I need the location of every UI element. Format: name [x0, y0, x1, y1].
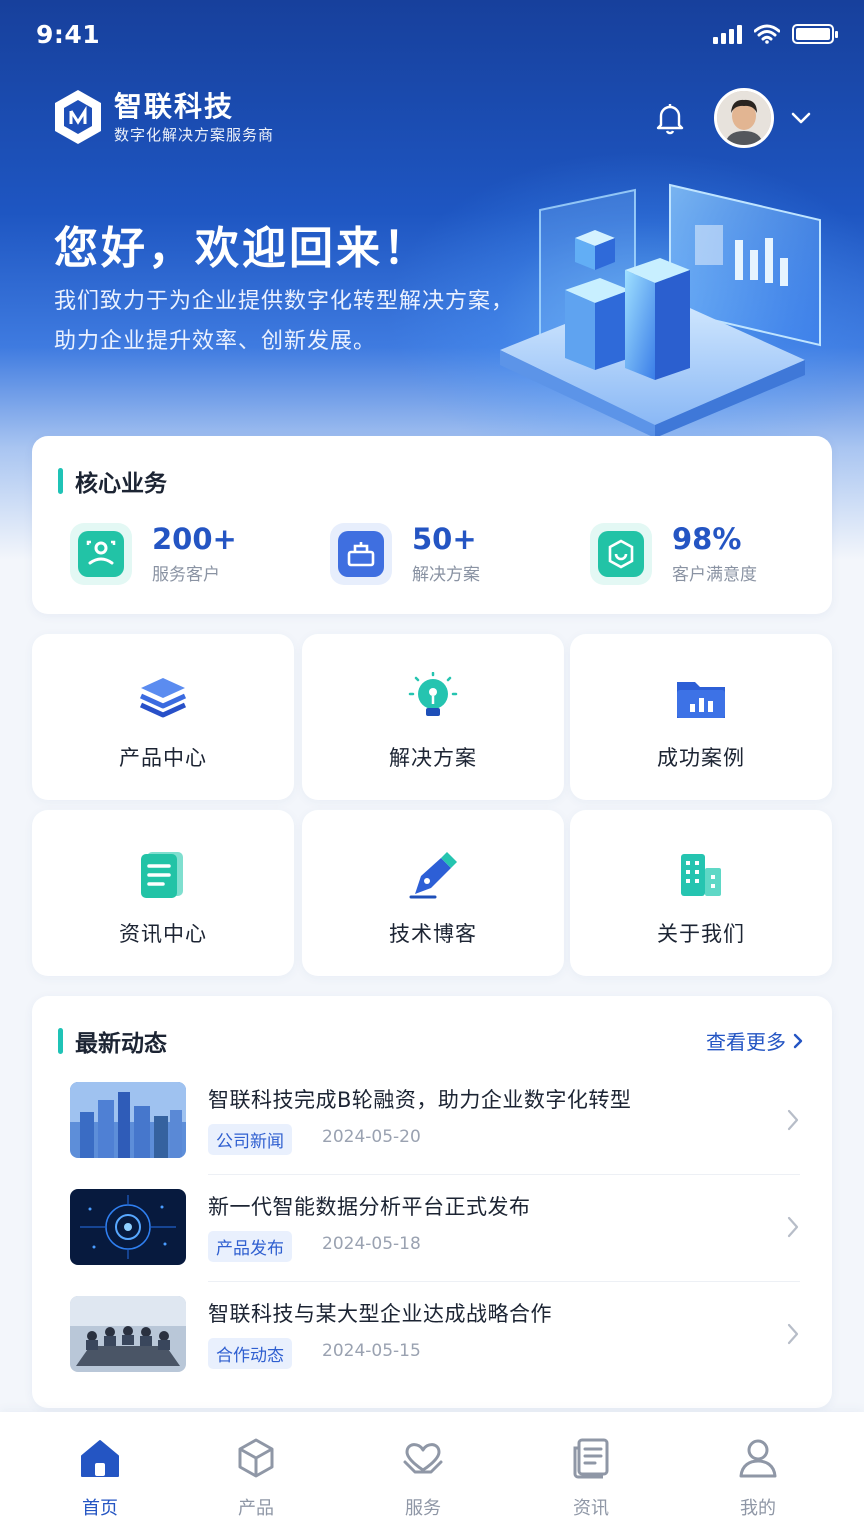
tab-services[interactable]: 服务	[373, 1436, 473, 1520]
stat-customers: 200+ 服务客户	[70, 522, 237, 585]
heading-accent-bar	[58, 1028, 63, 1054]
tile-products[interactable]: 产品中心	[32, 634, 294, 800]
view-more-label: 查看更多	[706, 1030, 786, 1054]
stat-customers-text: 200+ 服务客户	[152, 522, 237, 585]
news-date: 2024-05-20	[322, 1127, 421, 1147]
customers-icon	[70, 522, 132, 585]
core-business-card: 核心业务 200+ 服务客户 50+ 解决方案 98% 客户满意度	[32, 436, 832, 614]
home-icon	[81, 1440, 119, 1477]
tab-products-label: 产品	[238, 1498, 274, 1519]
news-thumbnail-data-platform	[70, 1189, 186, 1265]
news-thumbnail-meeting	[70, 1296, 186, 1372]
pen-icon	[409, 852, 457, 899]
stat-satisfaction-text: 98% 客户满意度	[672, 522, 757, 585]
status-icons	[713, 24, 838, 44]
news-item[interactable]: 智联科技与某大型企业达成战略合作 合作动态 2024-05-15	[70, 1296, 800, 1396]
news-icon	[573, 1438, 609, 1479]
chevron-right-icon	[793, 1033, 803, 1048]
stat-satisfaction: 98% 客户满意度	[590, 522, 757, 585]
stat-solutions-value: 50+	[412, 522, 477, 556]
tile-about-label: 关于我们	[657, 922, 745, 946]
chevron-right-icon	[787, 1216, 799, 1238]
battery-icon	[792, 24, 838, 44]
satisfaction-icon	[590, 522, 652, 585]
tile-news-center[interactable]: 资讯中心	[32, 810, 294, 976]
layers-icon	[139, 678, 187, 718]
news-tag: 公司新闻	[208, 1124, 292, 1155]
news-title: 智联科技与某大型企业达成战略合作	[208, 1302, 552, 1326]
news-divider	[208, 1174, 800, 1175]
news-thumbnail-cityscape	[70, 1082, 186, 1158]
tile-products-label: 产品中心	[119, 746, 207, 770]
news-date: 2024-05-15	[322, 1341, 421, 1361]
tile-solutions[interactable]: 解决方案	[302, 634, 564, 800]
news-date: 2024-05-18	[322, 1234, 421, 1254]
latest-news-heading: 最新动态	[58, 1024, 167, 1058]
stat-solutions-label: 解决方案	[412, 565, 480, 585]
user-icon	[739, 1439, 777, 1478]
stat-satisfaction-label: 客户满意度	[672, 565, 757, 585]
news-title: 智联科技完成B轮融资，助力企业数字化转型	[208, 1088, 632, 1112]
tile-news-center-label: 资讯中心	[119, 922, 207, 946]
brand-name: 智联科技	[114, 89, 235, 123]
solutions-icon	[330, 522, 392, 585]
bottom-tab-bar: 首页 产品 服务 资讯 我的	[0, 1412, 864, 1536]
news-title: 新一代智能数据分析平台正式发布	[208, 1195, 531, 1219]
hexagon-logo-icon	[55, 90, 101, 144]
chevron-right-icon	[787, 1109, 799, 1131]
brand-text: 智联科技 数字化解决方案服务商	[114, 90, 274, 145]
tile-solutions-label: 解决方案	[389, 746, 477, 770]
view-more-link[interactable]: 查看更多	[706, 1026, 804, 1055]
bell-icon[interactable]	[652, 100, 688, 136]
tab-home[interactable]: 首页	[50, 1436, 150, 1520]
core-business-heading: 核心业务	[58, 464, 167, 498]
tile-about[interactable]: 关于我们	[570, 810, 832, 976]
stat-satisfaction-value: 98%	[672, 522, 742, 556]
tab-news-label: 资讯	[573, 1498, 609, 1519]
building-icon	[681, 854, 721, 896]
document-icon	[141, 852, 183, 898]
signal-icon	[713, 24, 742, 44]
stat-solutions-text: 50+ 解决方案	[412, 522, 480, 585]
tab-products[interactable]: 产品	[206, 1436, 306, 1520]
tile-cases[interactable]: 成功案例	[570, 634, 832, 800]
tile-tech-blog[interactable]: 技术博客	[302, 810, 564, 976]
news-divider	[208, 1281, 800, 1282]
core-business-title: 核心业务	[75, 471, 167, 497]
news-item[interactable]: 智联科技完成B轮融资，助力企业数字化转型 公司新闻 2024-05-20	[70, 1082, 800, 1182]
stat-customers-value: 200+	[152, 522, 237, 556]
brand[interactable]: 智联科技 数字化解决方案服务商	[52, 88, 274, 146]
wifi-icon	[754, 24, 780, 44]
tile-cases-label: 成功案例	[657, 746, 745, 770]
news-item[interactable]: 新一代智能数据分析平台正式发布 产品发布 2024-05-18	[70, 1189, 800, 1289]
status-bar: 9:41	[0, 0, 864, 72]
tab-home-label: 首页	[82, 1498, 118, 1519]
chart-folder-icon	[677, 682, 725, 718]
tile-tech-blog-label: 技术博客	[389, 922, 477, 946]
chevron-right-icon	[787, 1323, 799, 1345]
latest-news-title: 最新动态	[75, 1031, 167, 1057]
brand-tagline: 数字化解决方案服务商	[114, 125, 275, 144]
tab-services-label: 服务	[405, 1498, 441, 1519]
heading-accent-bar	[58, 468, 63, 494]
avatar[interactable]	[714, 88, 774, 148]
tab-profile[interactable]: 我的	[708, 1436, 808, 1520]
tab-news[interactable]: 资讯	[541, 1436, 641, 1520]
status-time: 9:41	[36, 20, 101, 49]
news-tag: 合作动态	[208, 1338, 292, 1369]
latest-news-card: 最新动态 查看更多 智联科技完成B轮融资，助力企业数字化转型 公司新闻 2024…	[32, 996, 832, 1408]
stat-customers-label: 服务客户	[152, 565, 220, 585]
data-platform-illustration	[500, 183, 821, 438]
news-tag: 产品发布	[208, 1231, 292, 1262]
tab-profile-label: 我的	[740, 1498, 776, 1519]
welcome-title: 您好，欢迎回来！	[54, 223, 430, 274]
heart-hands-icon	[403, 1443, 443, 1474]
stat-solutions: 50+ 解决方案	[330, 522, 480, 585]
cube-icon	[238, 1438, 274, 1478]
avatar-portrait	[717, 91, 771, 145]
lightbulb-icon	[408, 672, 458, 716]
chevron-down-icon[interactable]	[790, 108, 812, 128]
